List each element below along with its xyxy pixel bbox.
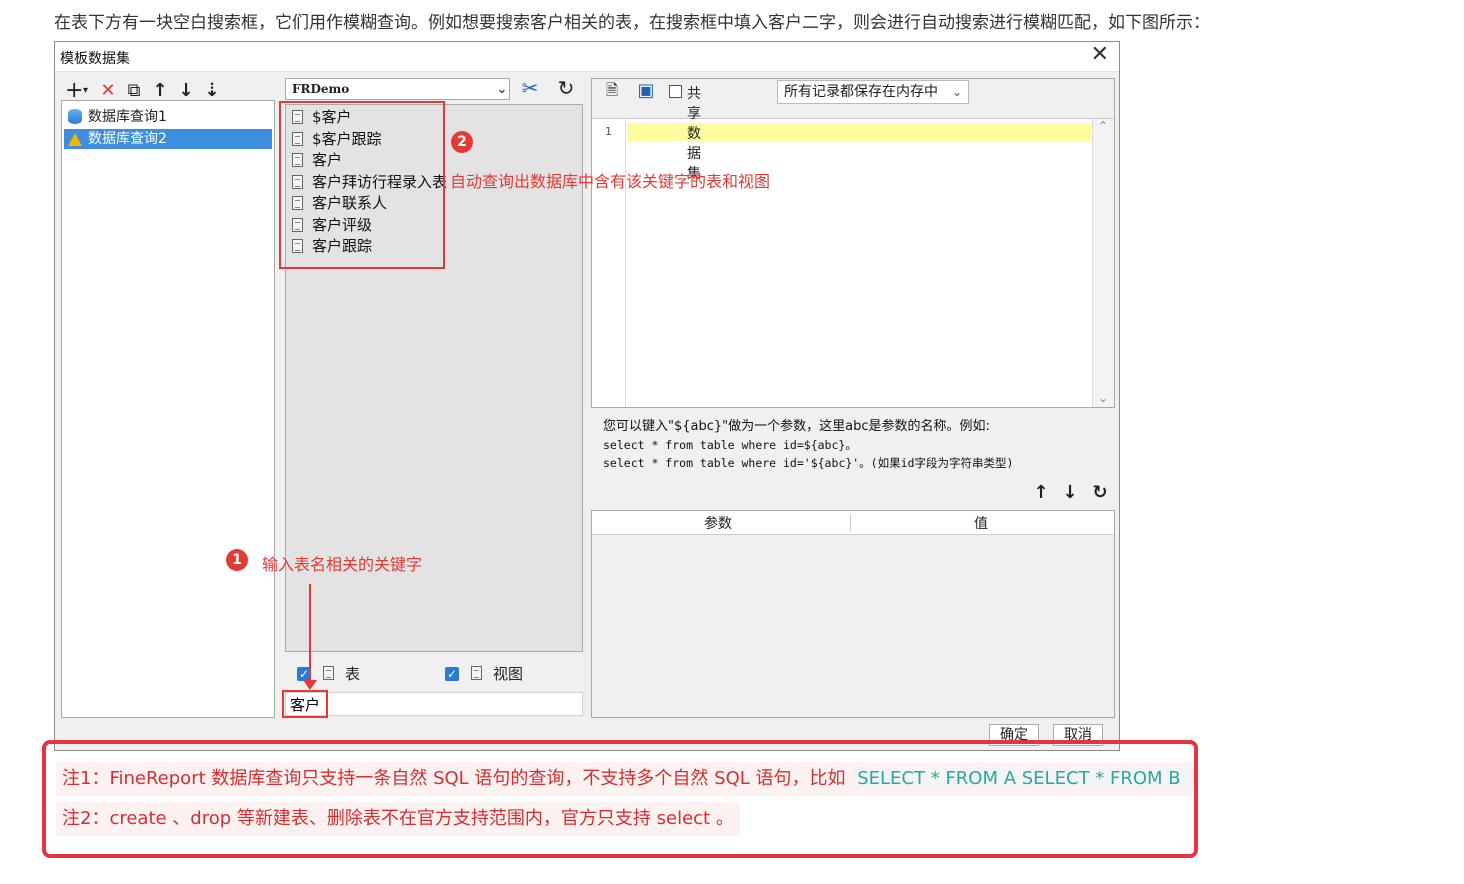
- preview-icon[interactable]: 🗎: [599, 80, 625, 105]
- dataset-label: 数据库查询1: [88, 109, 167, 125]
- dialog-titlebar: 模板数据集 ✕: [55, 42, 1119, 72]
- scroll-down-icon[interactable]: ⌄: [1098, 391, 1108, 405]
- move-down-icon[interactable]: ↓: [173, 80, 199, 101]
- copy-icon[interactable]: ⧉: [121, 80, 147, 101]
- param-refresh-icon[interactable]: ↻: [1087, 482, 1113, 503]
- memory-mode-select[interactable]: 所有记录都保存在内存中 ⌄: [777, 80, 969, 104]
- search-highlight-box: [282, 690, 328, 718]
- type-filter: ✓ 表 ✓ 视图: [285, 654, 583, 692]
- param-down-icon[interactable]: ↓: [1057, 482, 1083, 503]
- note-2: 注2：create 、drop 等新建表、删除表不在官方支持范围内，官方只支持 …: [56, 802, 740, 836]
- connection-value: FRDemo: [292, 82, 350, 96]
- arrow-head: [303, 680, 317, 690]
- note-1-code: SELECT * FROM A SELECT * FROM B: [851, 768, 1187, 789]
- view-filter-label: 视图: [493, 665, 524, 683]
- line-number-gutter: 1: [592, 119, 626, 407]
- table-icon: [323, 666, 334, 680]
- hint-line-1: 您可以键入"${abc}"做为一个参数，这里abc是参数的名称。例如:: [603, 419, 990, 434]
- edit-connection-icon[interactable]: ✂: [517, 76, 543, 100]
- step-1-badge: 1: [226, 549, 248, 571]
- intro-paragraph: 在表下方有一块空白搜索框，它们用作模糊查询。例如想要搜索客户相关的表，在搜索框中…: [54, 13, 1210, 33]
- share-dataset-checkbox[interactable]: [669, 85, 682, 98]
- database-icon: [68, 109, 82, 124]
- delete-icon[interactable]: ✕: [95, 80, 121, 101]
- col-value-header: 值: [974, 516, 988, 532]
- dialog-title: 模板数据集: [60, 51, 130, 67]
- add-dataset-icon[interactable]: +: [65, 78, 83, 103]
- notes-box: [42, 740, 1198, 858]
- scroll-up-icon[interactable]: ⌃: [1098, 119, 1108, 133]
- dataset-item-2[interactable]: 数据库查询2: [64, 129, 272, 149]
- parameter-table: 参数 值: [591, 510, 1115, 718]
- param-up-icon[interactable]: ↑: [1028, 482, 1054, 503]
- arrow-shaft: [309, 584, 311, 682]
- chevron-down-icon: ⌄: [496, 82, 507, 96]
- chevron-down-icon: ⌄: [951, 85, 962, 99]
- move-up-icon[interactable]: ↑: [147, 80, 173, 101]
- dataset-item-1[interactable]: 数据库查询1: [64, 107, 167, 127]
- memory-mode-value: 所有记录都保存在内存中: [784, 84, 938, 100]
- sort-icon[interactable]: ⇣: [199, 80, 225, 101]
- template-dataset-dialog: 模板数据集 ✕ + ▾ ✕ ⧉ ↑ ↓ ⇣ 数据库查询1 数据库查询2 FRDe…: [54, 41, 1120, 751]
- add-dropdown-icon[interactable]: ▾: [83, 85, 95, 96]
- note-1-text: 注1：FineReport 数据库查询只支持一条自然 SQL 语句的查询，不支持…: [62, 768, 846, 789]
- column-divider: [850, 514, 851, 532]
- dataset-list: 数据库查询1 数据库查询2: [61, 100, 275, 718]
- step-2-badge: 2: [451, 131, 473, 153]
- connection-select[interactable]: FRDemo ⌄: [285, 78, 510, 100]
- parameter-table-header: 参数 值: [592, 511, 1114, 535]
- table-filter-label: 表: [345, 665, 361, 683]
- step-2-text: 自动查询出数据库中含有该关键字的表和视图: [450, 172, 771, 191]
- hint-line-2: select * from table where id=${abc}。: [603, 438, 857, 452]
- view-filter-checkbox[interactable]: ✓: [445, 667, 459, 681]
- dataset-label: 数据库查询2: [88, 131, 167, 147]
- view-icon: [471, 666, 482, 680]
- table-search-input[interactable]: [290, 695, 578, 713]
- editor-scrollbar[interactable]: ⌃ ⌄: [1092, 119, 1114, 407]
- close-icon[interactable]: ✕: [1091, 42, 1109, 67]
- step-1-text: 输入表名相关的关键字: [262, 555, 423, 574]
- col-param-header: 参数: [704, 516, 732, 532]
- note-2-text: 注2：create 、drop 等新建表、删除表不在官方支持范围内，官方只支持 …: [62, 808, 734, 829]
- hint-line-3: select * from table where id='${abc}'。(如…: [603, 456, 1014, 470]
- note-1: 注1：FineReport 数据库查询只支持一条自然 SQL 语句的查询，不支持…: [56, 762, 1193, 796]
- warning-icon: [68, 133, 82, 146]
- result-highlight-box: [279, 101, 445, 269]
- table-search-box: [285, 692, 583, 716]
- sql-editor-area: 1 ⌃ ⌄: [591, 78, 1115, 408]
- dataset-toolbar: + ▾ ✕ ⧉ ↑ ↓ ⇣: [65, 78, 225, 103]
- refresh-icon[interactable]: ↻: [553, 76, 579, 100]
- parameter-hint: 您可以键入"${abc}"做为一个参数，这里abc是参数的名称。例如: sele…: [603, 418, 1013, 472]
- save-icon[interactable]: ▣: [633, 80, 659, 101]
